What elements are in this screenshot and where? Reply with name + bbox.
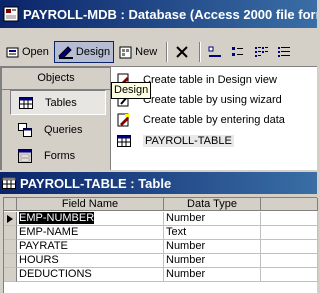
field-name-cell[interactable]: EMP-NUMBER	[17, 212, 164, 226]
toolbar-separator-2	[199, 42, 202, 62]
table-row[interactable]: PAYRATE Number	[4, 240, 318, 254]
table-icon	[19, 96, 33, 109]
new-button[interactable]: New	[115, 41, 161, 63]
create-table-entering-data-label: Create table by entering data	[143, 114, 285, 126]
objects-item-queries[interactable]: Queries	[10, 117, 106, 142]
delete-button[interactable]	[172, 42, 192, 62]
row-selector[interactable]	[4, 212, 17, 226]
toolbar-separator	[166, 42, 169, 62]
grid-header-row: Field Name Data Type	[4, 198, 318, 211]
objects-list: Tables Queries Forms	[2, 90, 110, 170]
table-icon	[117, 135, 131, 147]
delete-icon	[176, 46, 188, 58]
data-type-cell[interactable]: Text	[164, 226, 261, 240]
row-selector[interactable]	[4, 268, 17, 282]
field-name-cell[interactable]: DEDUCTIONS	[17, 268, 164, 282]
query-icon	[18, 122, 32, 137]
list-view-button[interactable]	[251, 42, 271, 62]
open-icon	[6, 47, 19, 57]
field-name-cell[interactable]: HOURS	[17, 254, 164, 268]
header-selector[interactable]	[4, 198, 17, 211]
design-label: Design	[75, 46, 111, 58]
table-window-icon	[2, 177, 16, 189]
objects-item-label: Queries	[44, 123, 83, 136]
row-selector[interactable]	[4, 226, 17, 240]
table-row[interactable]: DEDUCTIONS Number	[4, 268, 318, 282]
field-grid: Field Name Data Type EMP-NUMBER Number E…	[3, 197, 318, 293]
description-cell[interactable]	[261, 240, 318, 254]
table-item-payroll-table[interactable]: PAYROLL-TABLE	[117, 132, 234, 150]
data-type-cell[interactable]: Number	[164, 240, 261, 254]
table-row[interactable]: HOURS Number	[4, 254, 318, 268]
table-design-window: PAYROLL-TABLE : Table Field Name Data Ty…	[0, 172, 318, 293]
data-type-cell[interactable]: Number	[164, 212, 261, 226]
small-icons-icon	[232, 47, 244, 56]
field-name-cell[interactable]: PAYRATE	[17, 240, 164, 254]
design-icon	[58, 46, 73, 59]
new-icon	[119, 46, 132, 58]
objects-item-label: Tables	[45, 96, 77, 109]
objects-header[interactable]: Objects	[2, 68, 110, 90]
large-icons-icon	[208, 46, 222, 57]
database-toolbar: Open Design New	[0, 38, 317, 66]
create-table-entering-data[interactable]: Create table by entering data	[117, 111, 285, 129]
design-tooltip: Design	[111, 82, 152, 99]
open-label: Open	[22, 46, 49, 58]
row-selector[interactable]	[4, 254, 17, 268]
new-label: New	[135, 46, 158, 58]
create-table-wizard-label: Create table by using wizard	[143, 94, 282, 106]
description-cell[interactable]	[261, 212, 318, 226]
objects-bar: Objects Tables Queries Forms	[0, 66, 111, 170]
table-row[interactable]: EMP-NUMBER Number	[4, 212, 318, 226]
design-button[interactable]: Design	[53, 41, 115, 63]
table-row[interactable]: EMP-NAME Text	[4, 226, 318, 240]
column-header-field-name[interactable]: Field Name	[17, 198, 164, 211]
column-header-data-type[interactable]: Data Type	[164, 198, 261, 211]
field-name-cell[interactable]: EMP-NAME	[17, 226, 164, 240]
description-cell[interactable]	[261, 268, 318, 282]
description-cell[interactable]	[261, 254, 318, 268]
form-icon	[18, 148, 32, 163]
create-table-design-view-label: Create table in Design view	[143, 74, 277, 86]
table-title: PAYROLL-TABLE : Table	[20, 175, 172, 191]
details-icon	[278, 47, 291, 57]
database-titlebar[interactable]: PAYROLL-MDB : Database (Access 2000 file…	[0, 0, 317, 28]
objects-item-label: Forms	[44, 149, 76, 162]
database-title: PAYROLL-MDB : Database (Access 2000 file…	[23, 6, 317, 22]
enter-data-icon	[117, 113, 129, 127]
field-name-text: EMP-NUMBER	[19, 212, 95, 224]
database-window: PAYROLL-MDB : Database (Access 2000 file…	[0, 0, 317, 172]
large-icons-button[interactable]	[205, 42, 225, 62]
table-item-label: PAYROLL-TABLE	[143, 135, 234, 147]
table-titlebar[interactable]: PAYROLL-TABLE : Table	[0, 172, 317, 194]
data-type-cell[interactable]: Number	[164, 254, 261, 268]
description-cell[interactable]	[261, 226, 318, 240]
details-view-button[interactable]	[274, 42, 294, 62]
open-button[interactable]: Open	[2, 41, 53, 63]
small-icons-button[interactable]	[228, 42, 248, 62]
data-type-cell[interactable]: Number	[164, 268, 261, 282]
column-header-description[interactable]	[261, 198, 318, 211]
objects-item-forms[interactable]: Forms	[10, 143, 106, 168]
list-icon	[255, 47, 269, 57]
current-row-arrow-icon	[7, 214, 13, 223]
objects-item-tables[interactable]: Tables	[10, 90, 106, 115]
row-selector[interactable]	[4, 240, 17, 254]
database-icon	[3, 6, 19, 22]
